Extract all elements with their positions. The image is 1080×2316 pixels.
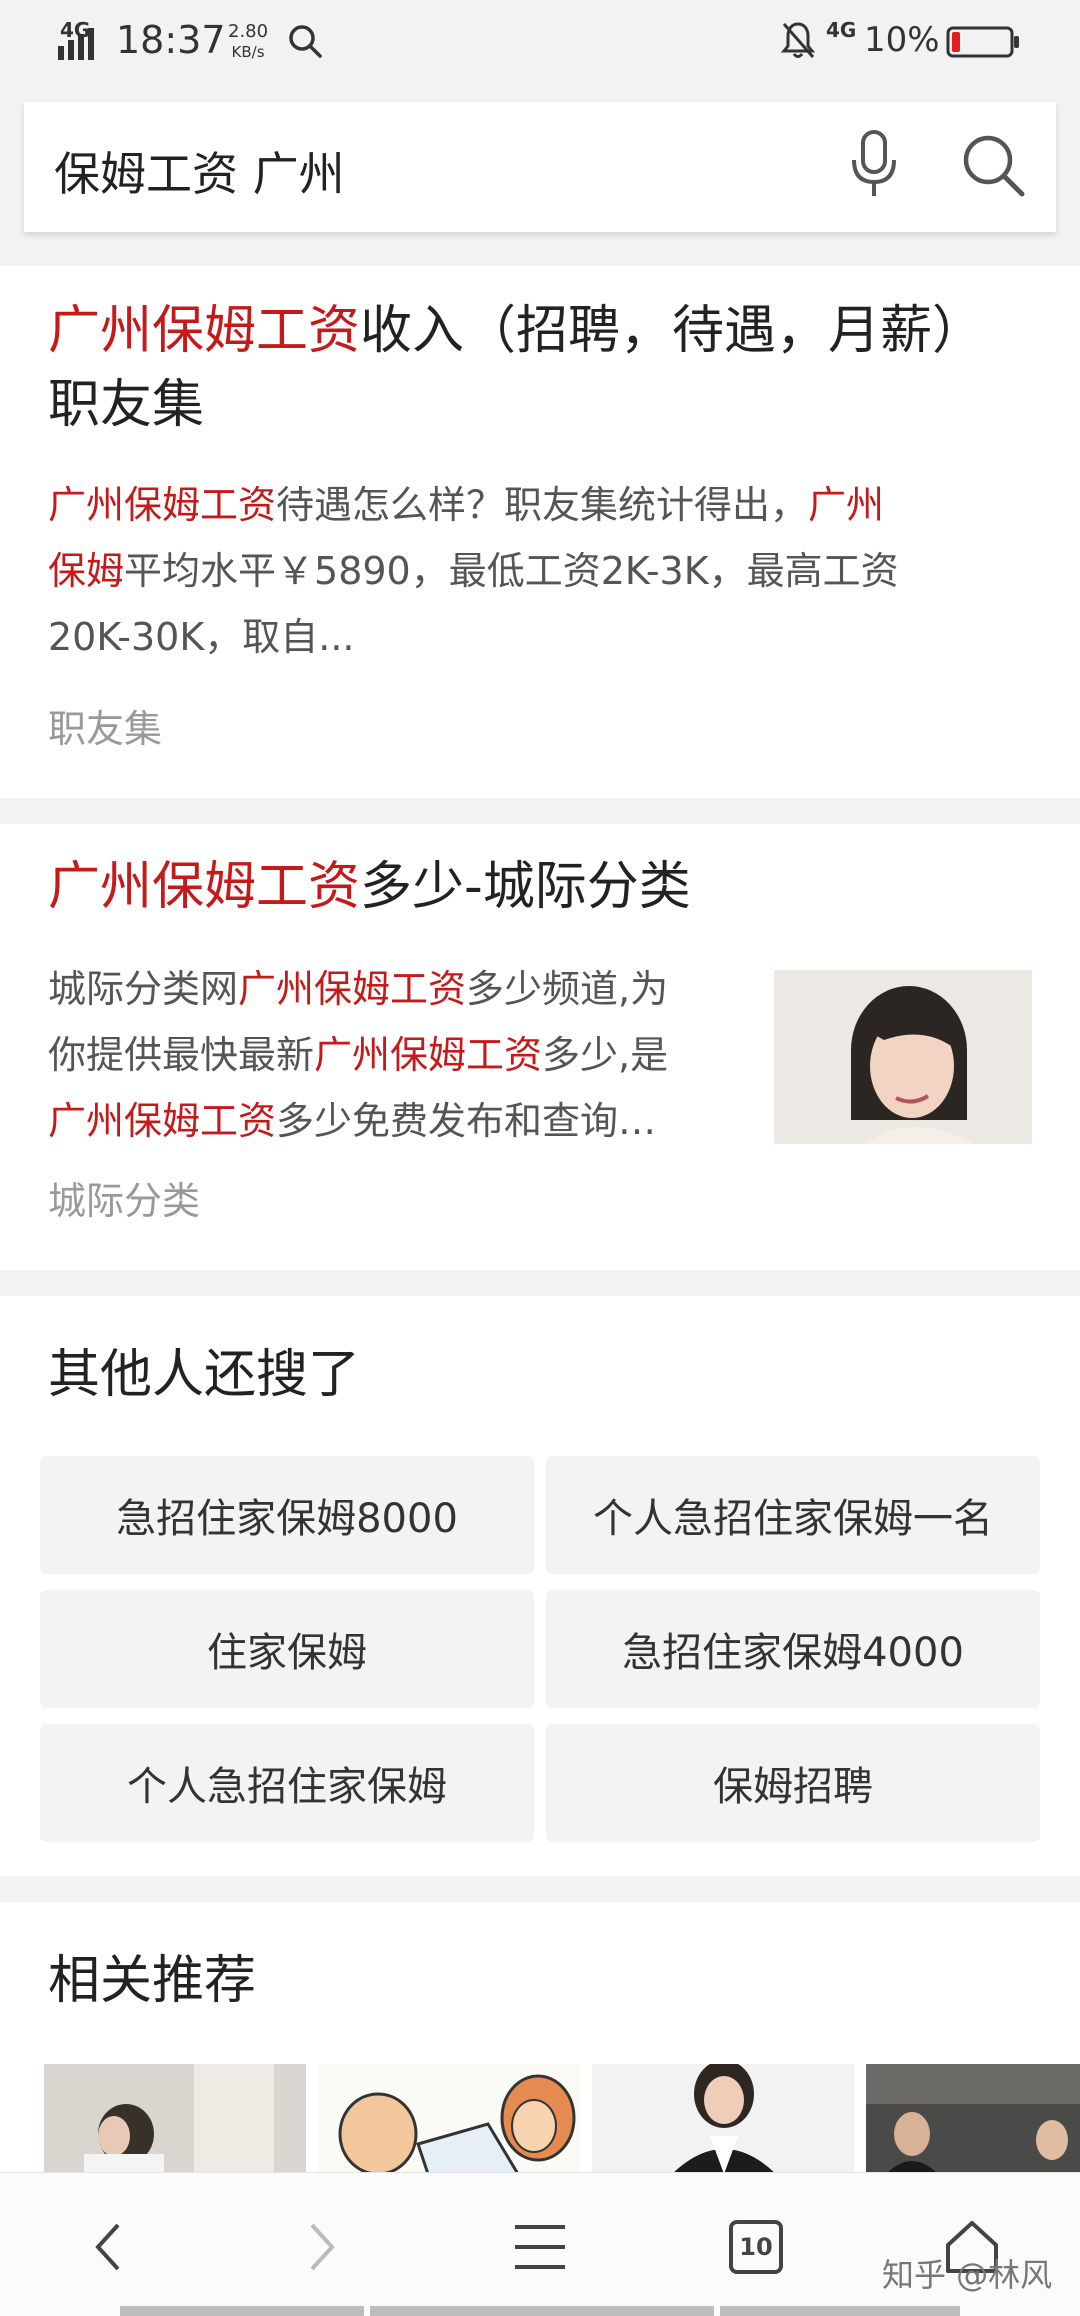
- snippet-highlight: 广州保姆工资: [48, 483, 277, 527]
- suggestion-chip[interactable]: 保姆招聘: [546, 1724, 1040, 1842]
- section-title: 相关推荐: [48, 1951, 257, 2011]
- menu-button[interactable]: [500, 2207, 580, 2287]
- title-text: 收入（招聘，待遇，月薪）: [360, 301, 985, 361]
- network-speed: 2.80 KB/s: [228, 22, 268, 62]
- people-photo: [866, 2064, 1080, 2174]
- snippet-text: 你提供最快最新: [48, 1033, 315, 1077]
- search-query[interactable]: 保姆工资 广州: [54, 138, 345, 204]
- snippet-text: 城际分类网: [48, 967, 239, 1011]
- snippet-highlight: 广州保姆工资: [48, 1099, 277, 1143]
- signal-icon: [58, 28, 94, 60]
- nanny-photo: [44, 2064, 306, 2174]
- snippet-highlight: 广州保姆工资: [238, 967, 467, 1011]
- snippet-text: 多少免费发布和查询…: [276, 1099, 657, 1143]
- snippet-text: 多少,是: [542, 1033, 669, 1077]
- bell-muted-icon: [780, 22, 816, 58]
- title-line2: 职友集: [48, 375, 205, 435]
- woman-portrait-image: [774, 970, 1032, 1144]
- others-searched-section: 其他人还搜了 急招住家保姆8000 个人急招住家保姆一名 住家保姆 急招住家保姆…: [0, 1296, 1080, 1876]
- snippet-text: 待遇怎么样？职友集统计得出，: [276, 483, 809, 527]
- tabs-button[interactable]: 10: [716, 2207, 796, 2287]
- snippet-highlight: 广州: [808, 483, 885, 527]
- related-image[interactable]: [44, 2064, 306, 2174]
- related-image[interactable]: [318, 2064, 580, 2174]
- suggestion-chip[interactable]: 住家保姆: [40, 1590, 534, 1708]
- search-result-card[interactable]: 广州保姆工资多少-城际分类 城际分类网广州保姆工资多少频道,为 你提供最快最新广…: [0, 824, 1080, 1270]
- related-image[interactable]: [592, 2064, 854, 2174]
- watermark: 知乎 @林风: [882, 2256, 1053, 2294]
- suggestion-chip[interactable]: 急招住家保姆4000: [546, 1590, 1040, 1708]
- battery-icon: [946, 26, 1019, 58]
- snippet-text: 平均水平￥5890，最低工资2K-3K，最高工资: [124, 549, 899, 593]
- search-bar-container: 保姆工资 广州: [0, 84, 1080, 262]
- snippet-text: 多少频道,为: [466, 967, 669, 1011]
- menu-icon: [515, 2225, 565, 2269]
- speed-value: 2.80: [228, 21, 269, 42]
- result-snippet: 城际分类网广州保姆工资多少频道,为 你提供最快最新广州保姆工资多少,是 广州保姆…: [48, 956, 668, 1154]
- chevron-left-icon: [95, 2223, 120, 2271]
- cartoon-image: [318, 2064, 580, 2174]
- result-snippet: 广州保姆工资待遇怎么样？职友集统计得出，广州 保姆平均水平￥5890，最低工资2…: [48, 472, 899, 670]
- result-source: 职友集: [48, 707, 163, 751]
- section-title: 其他人还搜了: [48, 1345, 361, 1405]
- network-type-right: 4G: [826, 18, 857, 42]
- chevron-right-icon: [310, 2223, 335, 2271]
- gesture-bar-right: [720, 2306, 960, 2316]
- result-thumbnail[interactable]: [774, 970, 1032, 1144]
- suggestion-chip[interactable]: 个人急招住家保姆一名: [546, 1456, 1040, 1574]
- battery-percent: 10%: [864, 20, 940, 60]
- forward-button[interactable]: [282, 2207, 362, 2287]
- search-input[interactable]: 保姆工资 广州: [24, 102, 1056, 232]
- gesture-bar-middle: [370, 2306, 714, 2316]
- tabs-count: 10: [739, 2233, 773, 2261]
- search-button-icon[interactable]: [960, 132, 1026, 198]
- snippet-highlight: 保姆: [48, 549, 125, 593]
- gesture-bar-left: [120, 2306, 364, 2316]
- result-title[interactable]: 广州保姆工资多少-城际分类: [48, 850, 1038, 924]
- status-bar: 4G 18:37 2.80 KB/s 4G 10%: [0, 0, 1080, 84]
- search-icon: [289, 25, 322, 58]
- microphone-icon[interactable]: [846, 128, 902, 200]
- title-text: 多少-城际分类: [360, 857, 691, 917]
- back-button[interactable]: [68, 2207, 148, 2287]
- related-image[interactable]: [866, 2064, 1080, 2174]
- speed-unit: KB/s: [231, 43, 265, 61]
- suggestion-chip[interactable]: 个人急招住家保姆: [40, 1724, 534, 1842]
- snippet-highlight: 广州保姆工资: [314, 1033, 543, 1077]
- woman-suit-photo: [592, 2064, 854, 2174]
- tabs-icon: 10: [729, 2220, 783, 2274]
- clock: 18:37: [116, 18, 226, 62]
- suggestion-chip[interactable]: 急招住家保姆8000: [40, 1456, 534, 1574]
- search-result-card[interactable]: 广州保姆工资收入（招聘，待遇，月薪） 职友集 广州保姆工资待遇怎么样？职友集统计…: [0, 266, 1080, 798]
- result-title[interactable]: 广州保姆工资收入（招聘，待遇，月薪） 职友集: [48, 294, 1038, 442]
- title-highlight: 广州保姆工资: [48, 857, 361, 917]
- title-highlight: 广州保姆工资: [48, 301, 361, 361]
- snippet-text: 20K-30K，取自...: [48, 615, 355, 659]
- result-source: 城际分类: [48, 1179, 201, 1223]
